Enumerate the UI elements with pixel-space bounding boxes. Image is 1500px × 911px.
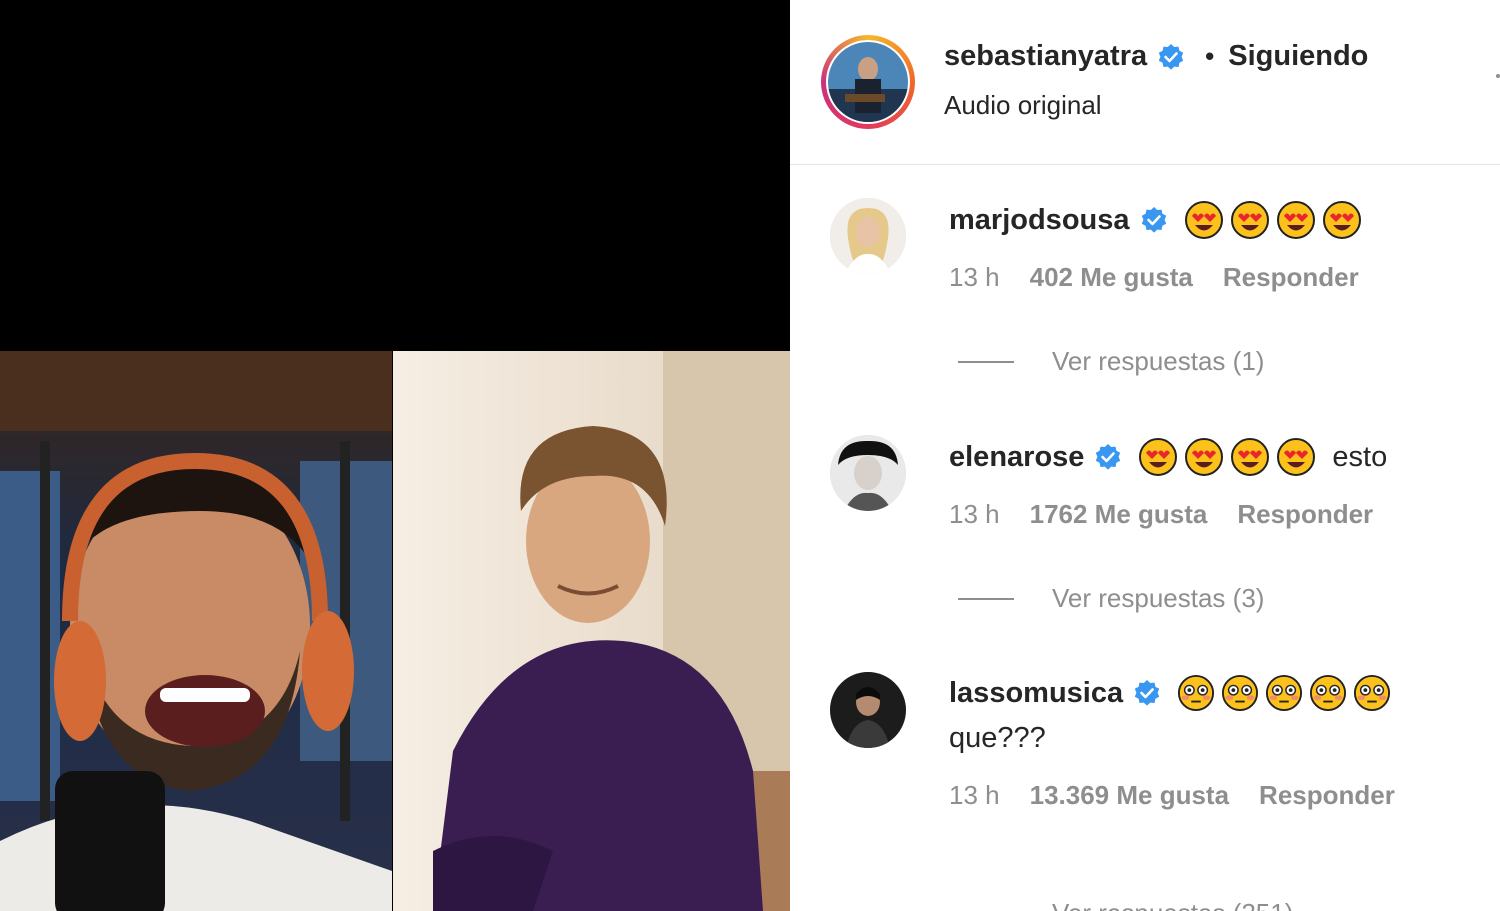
post-header: sebastianyatra • Siguiendo Audio origina… xyxy=(790,0,1500,165)
heart-eyes-emoji xyxy=(1277,438,1316,476)
verified-badge-icon xyxy=(1134,680,1160,706)
video-left-frame-singer xyxy=(0,351,392,911)
separator-dot: • xyxy=(1205,41,1215,71)
comment-meta: 13 h 13.369 Me gusta Responder xyxy=(949,780,1395,811)
comment-meta: 13 h 1762 Me gusta Responder xyxy=(949,499,1373,530)
reply-button[interactable]: Responder xyxy=(1259,780,1395,811)
comment-line: elenarose esto xyxy=(949,437,1387,477)
comment-line: marjodsousa xyxy=(949,200,1362,240)
commenter-avatar[interactable] xyxy=(830,435,906,511)
comment-likes[interactable]: 1762 Me gusta xyxy=(1030,499,1208,530)
heart-eyes-emoji xyxy=(1322,201,1361,239)
flushed-emoji xyxy=(1178,674,1215,712)
reply-button[interactable]: Responder xyxy=(1223,262,1359,293)
replies-divider xyxy=(958,360,1014,363)
comment-text: que??? xyxy=(949,722,1046,754)
flushed-emoji xyxy=(1354,674,1391,712)
heart-eyes-emoji xyxy=(1231,438,1270,476)
verified-badge-icon xyxy=(1096,444,1121,470)
flushed-emoji xyxy=(1310,674,1347,712)
view-replies-button[interactable]: Ver respuestas (1) xyxy=(958,346,1264,377)
video-right-frame-guest xyxy=(393,351,790,911)
emoji-row xyxy=(1184,200,1362,240)
author-line: sebastianyatra • Siguiendo xyxy=(944,40,1368,73)
commenter-avatar[interactable] xyxy=(830,198,906,274)
video-player[interactable] xyxy=(0,0,790,911)
more-options-icon[interactable] xyxy=(1496,74,1500,78)
verified-badge-icon xyxy=(1141,207,1166,233)
heart-eyes-emoji xyxy=(1184,201,1223,239)
flushed-emoji xyxy=(1266,674,1303,712)
comment-time: 13 h xyxy=(949,780,1000,810)
comment-time: 13 h xyxy=(949,262,1000,292)
view-replies-button[interactable]: Ver respuestas (3) xyxy=(958,583,1264,614)
view-replies-button[interactable]: Ver respuestas (251) xyxy=(1052,898,1293,911)
verified-badge-icon xyxy=(1158,43,1184,70)
reply-button[interactable]: Responder xyxy=(1237,499,1373,530)
comment-text: esto xyxy=(1332,440,1388,473)
replies-divider xyxy=(958,597,1014,600)
commenter-avatar[interactable] xyxy=(830,672,906,748)
comment-username[interactable]: marjodsousa xyxy=(949,204,1130,237)
heart-eyes-emoji xyxy=(1139,438,1178,476)
view-replies-label: Ver respuestas (1) xyxy=(1052,346,1265,376)
comments-panel: sebastianyatra • Siguiendo Audio origina… xyxy=(790,0,1500,911)
comment-meta: 13 h 402 Me gusta Responder xyxy=(949,262,1359,293)
author-username[interactable]: sebastianyatra xyxy=(944,40,1147,73)
view-replies-label: Ver respuestas (3) xyxy=(1052,583,1265,613)
emoji-row xyxy=(1177,674,1391,712)
heart-eyes-emoji xyxy=(1230,201,1269,239)
emoji-row xyxy=(1138,437,1316,477)
comment-likes[interactable]: 402 Me gusta xyxy=(1030,262,1193,293)
comment-username[interactable]: elenarose xyxy=(949,441,1084,474)
audio-link[interactable]: Audio original xyxy=(944,90,1102,121)
heart-eyes-emoji xyxy=(1276,201,1315,239)
heart-eyes-emoji xyxy=(1185,438,1224,476)
comment-username[interactable]: lassomusica xyxy=(949,677,1123,710)
flushed-emoji xyxy=(1222,674,1259,712)
comment-line: lassomusica xyxy=(949,674,1391,712)
comment-time: 13 h xyxy=(949,499,1000,529)
follow-status-button[interactable]: Siguiendo xyxy=(1228,40,1368,73)
author-avatar[interactable] xyxy=(821,35,915,129)
comment-likes[interactable]: 13.369 Me gusta xyxy=(1030,780,1229,811)
